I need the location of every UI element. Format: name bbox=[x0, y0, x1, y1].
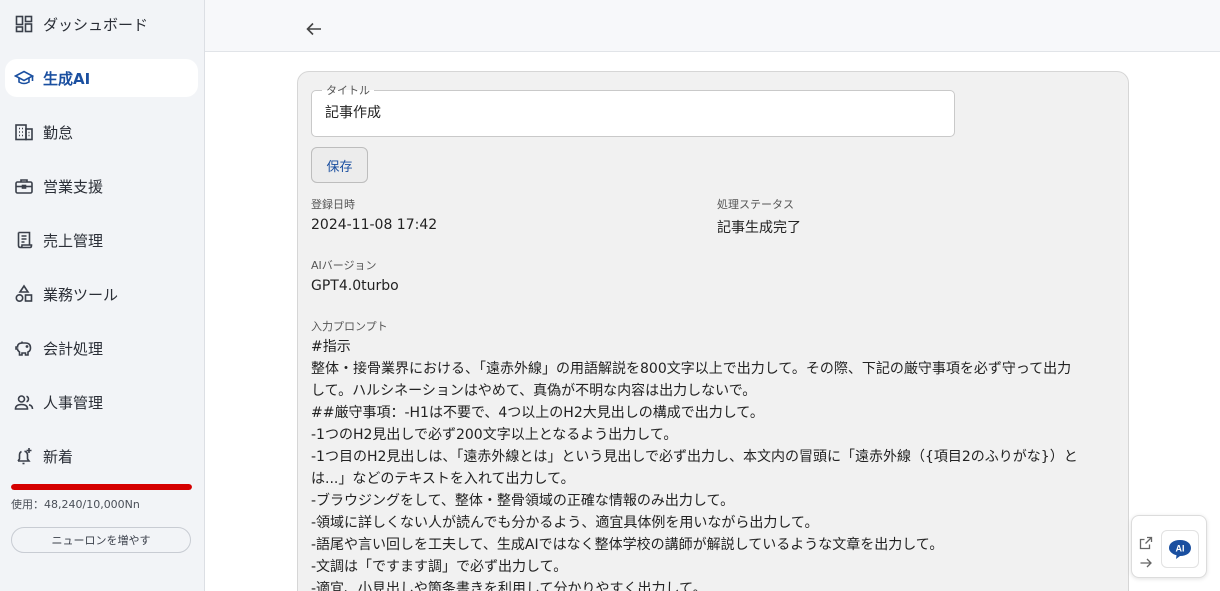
sidebar-item-hr-management[interactable]: 人事管理 bbox=[5, 383, 198, 421]
sidebar-item-sales-management[interactable]: 売上管理 bbox=[5, 221, 198, 259]
ai-chat-button[interactable]: AI bbox=[1161, 530, 1199, 568]
article-detail-card: タイトル 保存 登録日時 2024-11-08 17:42 処理ステータス 記事… bbox=[297, 71, 1129, 591]
sidebar-item-accounting[interactable]: 会計処理 bbox=[5, 329, 198, 367]
prompt-line: -適宜、小見出しや箇条書きを利用して分かりやすく出力して。 bbox=[311, 581, 707, 591]
briefcase-icon bbox=[14, 176, 34, 196]
input-prompt-text: #指示整体・接骨業界における、「遠赤外線」の用語解説を800文字以上で出力して。… bbox=[311, 336, 1117, 591]
prompt-line: -領域に詳しくない人が読んでも分かるよう、適宜具体例を用いながら出力して。 bbox=[311, 515, 819, 531]
sidebar-item-label: 人事管理 bbox=[43, 393, 104, 412]
prompt-line: -1つのH2見出しで必ず200文字以上となるよう出力して。 bbox=[311, 427, 678, 443]
prompt-line: 整体・接骨業界における、「遠赤外線」の用語解説を800文字以上で出力して。その際… bbox=[311, 361, 1072, 377]
usage-progress-bar bbox=[11, 484, 192, 490]
floating-ai-widget: AI bbox=[1131, 515, 1207, 578]
building-icon bbox=[14, 122, 34, 142]
sidebar-item-attendance[interactable]: 勤怠 bbox=[5, 113, 198, 151]
sidebar-item-label: 生成AI bbox=[43, 69, 91, 88]
arrow-right-icon[interactable] bbox=[1139, 555, 1153, 569]
sidebar-item-label: 勤怠 bbox=[43, 123, 74, 142]
usage-text: 使用：48,240/10,000Nn bbox=[11, 498, 140, 511]
sidebar-item-label: 売上管理 bbox=[43, 231, 104, 250]
arrow-left-icon bbox=[306, 22, 321, 36]
receipt-icon bbox=[14, 230, 34, 250]
sidebar-item-label: 会計処理 bbox=[43, 339, 104, 358]
sidebar-item-label: 新着 bbox=[43, 447, 74, 466]
prompt-line: は...」などのテキストを入れて出力して。 bbox=[311, 471, 575, 487]
ai-version-value: GPT4.0turbo bbox=[311, 278, 399, 294]
sidebar-item-business-tools[interactable]: 業務ツール bbox=[5, 275, 198, 313]
ai-label: AI bbox=[1176, 544, 1185, 554]
title-input[interactable] bbox=[325, 104, 925, 120]
increase-neurons-button[interactable]: ニューロンを増やす bbox=[11, 527, 191, 553]
status-label: 処理ステータス bbox=[717, 198, 794, 211]
input-prompt-label: 入力プロンプト bbox=[311, 320, 388, 333]
top-bar bbox=[205, 0, 1220, 52]
prompt-line: -ブラウジングをして、整体・整骨領域の正確な情報のみ出力して。 bbox=[311, 493, 735, 509]
sidebar: ダッシュボード 生成AI 勤怠 営業支援 売上管理 業務ツール 会計処理 人事管… bbox=[0, 0, 205, 591]
piggy-bank-icon bbox=[14, 338, 34, 358]
school-icon bbox=[14, 68, 34, 88]
registered-date-label: 登録日時 bbox=[311, 198, 355, 211]
sidebar-nav: ダッシュボード 生成AI 勤怠 営業支援 売上管理 業務ツール 会計処理 人事管… bbox=[0, 0, 204, 475]
sidebar-item-generative-ai[interactable]: 生成AI bbox=[5, 59, 198, 97]
external-link-icon[interactable] bbox=[1139, 535, 1153, 550]
title-field-label: タイトル bbox=[322, 82, 374, 98]
sidebar-item-new-arrivals[interactable]: 新着 bbox=[5, 437, 198, 475]
title-field[interactable]: タイトル bbox=[311, 82, 955, 137]
prompt-line: #指示 bbox=[311, 339, 351, 355]
people-icon bbox=[14, 392, 34, 412]
ai-chat-icon: AI bbox=[1169, 540, 1191, 559]
bell-plus-icon bbox=[14, 446, 34, 466]
prompt-line: して。ハルシネーションはやめて、真偽が不明な内容は出力しないで。 bbox=[311, 383, 757, 399]
shapes-icon bbox=[14, 284, 34, 304]
sidebar-item-label: 業務ツール bbox=[43, 285, 119, 304]
status-value: 記事生成完了 bbox=[717, 220, 801, 236]
sidebar-item-dashboard[interactable]: ダッシュボード bbox=[5, 5, 198, 43]
save-button[interactable]: 保存 bbox=[311, 147, 368, 183]
dashboard-icon bbox=[14, 14, 34, 34]
usage-progress-fill bbox=[11, 484, 192, 490]
sidebar-item-sales-support[interactable]: 営業支援 bbox=[5, 167, 198, 205]
ai-version-label: AIバージョン bbox=[311, 259, 377, 272]
prompt-line: -1つ目のH2見出しは、「遠赤外線とは」という見出しで必ず出力し、本文内の冒頭に… bbox=[311, 449, 1078, 465]
sidebar-item-label: ダッシュボード bbox=[43, 15, 149, 34]
sidebar-item-label: 営業支援 bbox=[43, 177, 104, 196]
prompt-line: ##厳守事項：-H1は不要で、4つ以上のH2大見出しの構成で出力して。 bbox=[311, 405, 764, 421]
registered-date-value: 2024-11-08 17:42 bbox=[311, 217, 438, 233]
prompt-line: -語尾や言い回しを工夫して、生成AIではなく整体学校の講師が解説しているような文… bbox=[311, 537, 944, 553]
prompt-line: -文調は「ですます調」で必ず出力して。 bbox=[311, 559, 568, 575]
back-button[interactable] bbox=[303, 18, 325, 40]
